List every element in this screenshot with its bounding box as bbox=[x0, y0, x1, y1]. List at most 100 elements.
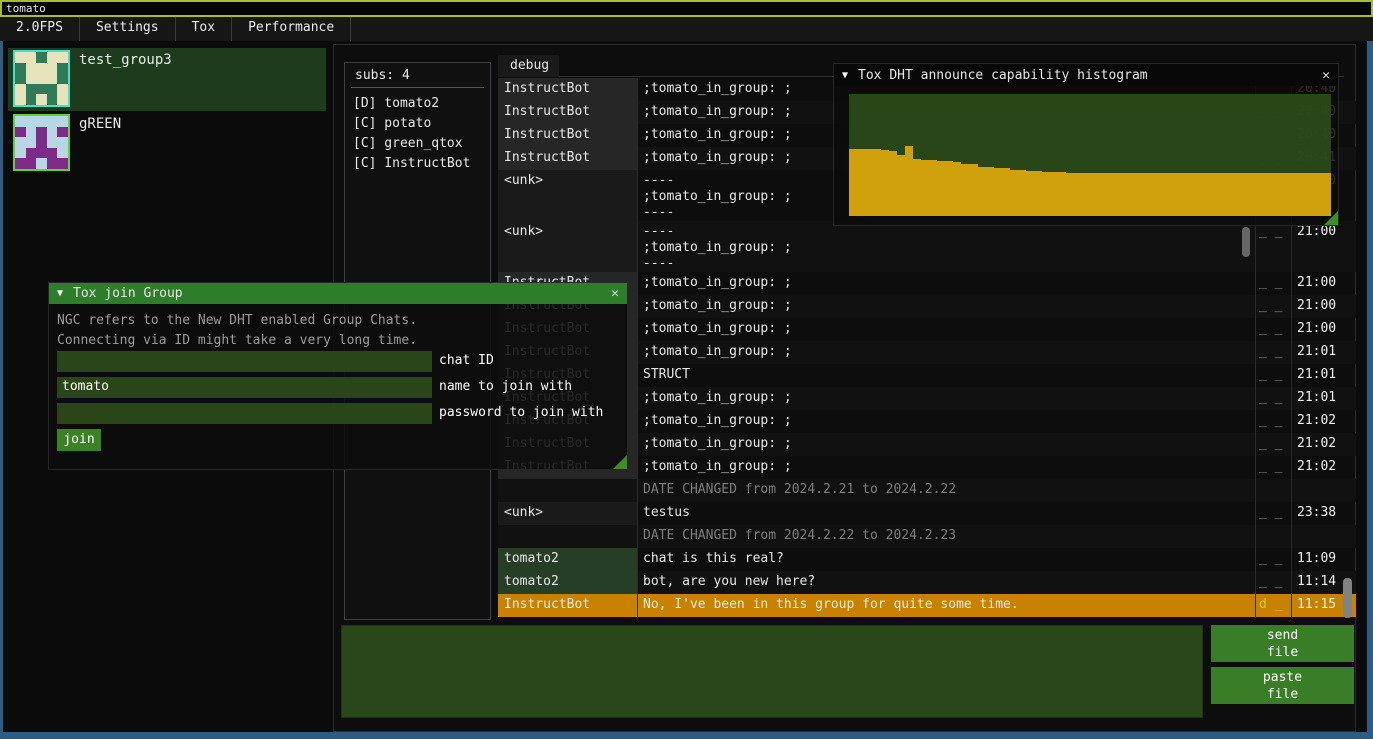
message-scrollbar-thumb[interactable] bbox=[1242, 227, 1250, 257]
resize-grip[interactable] bbox=[613, 455, 627, 469]
chat-receipt-flags: _ _ bbox=[1255, 433, 1291, 456]
avatar-pixel bbox=[47, 94, 58, 105]
join-field-password-to-join-with[interactable] bbox=[57, 403, 432, 424]
collapse-icon[interactable]: ▼ bbox=[57, 288, 63, 299]
chat-scrollbar-thumb[interactable] bbox=[1343, 578, 1352, 618]
chat-name-cell: InstructBot bbox=[498, 147, 637, 170]
close-icon[interactable]: ✕ bbox=[1322, 68, 1330, 83]
menu-item-settings[interactable]: Settings bbox=[80, 17, 176, 41]
menu-item-tox[interactable]: Tox bbox=[176, 17, 232, 41]
chat-row[interactable]: InstructBotNo, I've been in this group f… bbox=[498, 594, 1356, 617]
menu-item-2-0fps[interactable]: 2.0FPS bbox=[0, 17, 80, 41]
chat-receipt-flags: _ _ bbox=[1255, 272, 1291, 295]
histogram-bar bbox=[905, 146, 913, 216]
chat-message-cell: ;tomato_in_group: ; bbox=[637, 433, 1255, 456]
chat-timestamp: 21:02 bbox=[1291, 456, 1339, 479]
histogram-bar bbox=[1194, 173, 1202, 216]
histogram-plot bbox=[849, 94, 1331, 216]
menu-item-performance[interactable]: Performance bbox=[232, 17, 351, 41]
chat-message-cell: ;tomato_in_group: ; bbox=[637, 456, 1255, 479]
avatar-pixel bbox=[36, 84, 47, 95]
sidebar-group-test_group3[interactable]: test_group3 bbox=[8, 48, 326, 111]
avatar-pixel bbox=[47, 148, 58, 159]
histogram-bar bbox=[1154, 173, 1162, 216]
histogram-window-titlebar[interactable]: ▼ Tox DHT announce capability histogram … bbox=[834, 64, 1338, 86]
chat-row[interactable]: tomato2chat is this real?_ _11:09 bbox=[498, 548, 1356, 571]
subs-member[interactable]: [D] tomato2 bbox=[353, 94, 490, 114]
avatar-pixel bbox=[57, 84, 68, 95]
subs-member[interactable]: [C] green_qtox bbox=[353, 134, 490, 154]
avatar-pixel bbox=[15, 127, 26, 138]
chat-name-cell: <unk> bbox=[498, 502, 637, 525]
paste-file-button[interactable]: paste file bbox=[1211, 667, 1354, 704]
histogram-bar bbox=[1066, 173, 1074, 216]
window-edge-left bbox=[0, 41, 3, 732]
join-field-name-to-join-with[interactable]: tomato bbox=[57, 377, 432, 398]
histogram-bar bbox=[1082, 173, 1090, 216]
chat-row[interactable]: tomato2bot, are you new here?_ _11:14 bbox=[498, 571, 1356, 594]
avatar-pixel bbox=[26, 127, 37, 138]
window-titlebar[interactable]: tomato bbox=[0, 0, 1373, 17]
histogram-bar bbox=[1210, 173, 1218, 216]
avatar-pixel bbox=[36, 116, 47, 127]
histogram-bar bbox=[1010, 170, 1018, 216]
histogram-bar bbox=[873, 149, 881, 216]
sidebar-group-gREEN[interactable]: gREEN bbox=[8, 112, 326, 171]
histogram-bar bbox=[1162, 173, 1170, 216]
avatar-pixel bbox=[57, 158, 68, 169]
avatar-pixel bbox=[36, 94, 47, 105]
histogram-bar bbox=[1178, 173, 1186, 216]
tab-debug[interactable]: debug bbox=[498, 55, 559, 77]
chat-name-cell bbox=[498, 479, 637, 502]
avatar-pixel bbox=[26, 158, 37, 169]
message-input[interactable] bbox=[341, 625, 1203, 718]
join-group-window-titlebar[interactable]: ▼ Tox join Group ✕ bbox=[49, 283, 627, 304]
histogram-bar bbox=[1243, 173, 1251, 216]
chat-timestamp: 23:38 bbox=[1291, 502, 1339, 525]
chat-message-cell: No, I've been in this group for quite so… bbox=[637, 594, 1255, 617]
histogram-bar bbox=[889, 151, 897, 216]
chat-message-line: ;tomato_in_group: ; bbox=[643, 436, 1255, 452]
join-group-window: ▼ Tox join Group ✕ NGC refers to the New… bbox=[48, 282, 628, 470]
join-desc-line1: NGC refers to the New DHT enabled Group … bbox=[57, 313, 417, 328]
send-file-button[interactable]: send file bbox=[1211, 625, 1354, 662]
histogram-bar bbox=[1275, 173, 1283, 216]
avatar-pixel bbox=[36, 137, 47, 148]
subs-member[interactable]: [C] potato bbox=[353, 114, 490, 134]
chat-row[interactable]: <unk>----;tomato_in_group: ;----_ _21:00 bbox=[498, 221, 1356, 272]
chat-message-line: No, I've been in this group for quite so… bbox=[643, 597, 1255, 613]
avatar-pixel bbox=[47, 137, 58, 148]
histogram-bar bbox=[1226, 173, 1234, 216]
avatar-pixel bbox=[36, 52, 47, 63]
histogram-bar bbox=[1146, 173, 1154, 216]
close-icon[interactable]: ✕ bbox=[611, 286, 619, 301]
histogram-bar bbox=[1130, 173, 1138, 216]
chat-name-cell: InstructBot bbox=[498, 78, 637, 101]
histogram-bar bbox=[1114, 173, 1122, 216]
histogram-bar bbox=[1026, 171, 1034, 216]
join-field-chat-id[interactable] bbox=[57, 351, 432, 372]
group-name: gREEN bbox=[79, 116, 121, 132]
column-separator bbox=[637, 78, 638, 618]
collapse-icon[interactable]: ▼ bbox=[842, 70, 848, 81]
avatar-pixel bbox=[57, 94, 68, 105]
chat-name-cell: tomato2 bbox=[498, 571, 637, 594]
chat-timestamp: 21:00 bbox=[1291, 272, 1339, 295]
histogram-bar bbox=[913, 159, 921, 216]
histogram-bar bbox=[1307, 173, 1315, 216]
join-button[interactable]: join bbox=[57, 429, 101, 451]
histogram-bar bbox=[978, 167, 986, 216]
chat-name-cell: tomato2 bbox=[498, 548, 637, 571]
window-edge-bottom bbox=[0, 732, 1373, 739]
chat-row[interactable]: <unk>testus_ _23:38 bbox=[498, 502, 1356, 525]
chat-message-cell: ;tomato_in_group: ; bbox=[637, 387, 1255, 410]
chat-name-cell: InstructBot bbox=[498, 101, 637, 124]
group-avatar bbox=[13, 50, 70, 107]
avatar-pixel bbox=[15, 116, 26, 127]
chat-receipt-flags: _ _ bbox=[1255, 341, 1291, 364]
chat-message-line: bot, are you new here? bbox=[643, 574, 1255, 590]
subs-member[interactable]: [C] InstructBot bbox=[353, 154, 490, 174]
send-file-label-line1: send bbox=[1211, 627, 1354, 644]
window-title: tomato bbox=[6, 2, 46, 15]
resize-grip[interactable] bbox=[1324, 211, 1338, 225]
